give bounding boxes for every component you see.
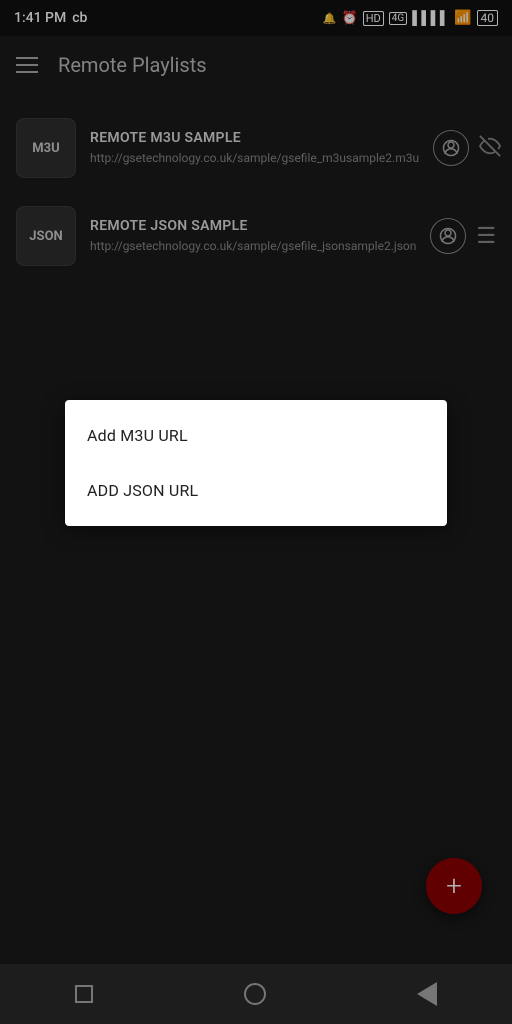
add-m3u-url-button[interactable]: Add M3U URL xyxy=(65,408,447,463)
add-json-url-button[interactable]: ADD JSON URL xyxy=(65,463,447,518)
popup-menu: Add M3U URL ADD JSON URL xyxy=(65,400,447,526)
